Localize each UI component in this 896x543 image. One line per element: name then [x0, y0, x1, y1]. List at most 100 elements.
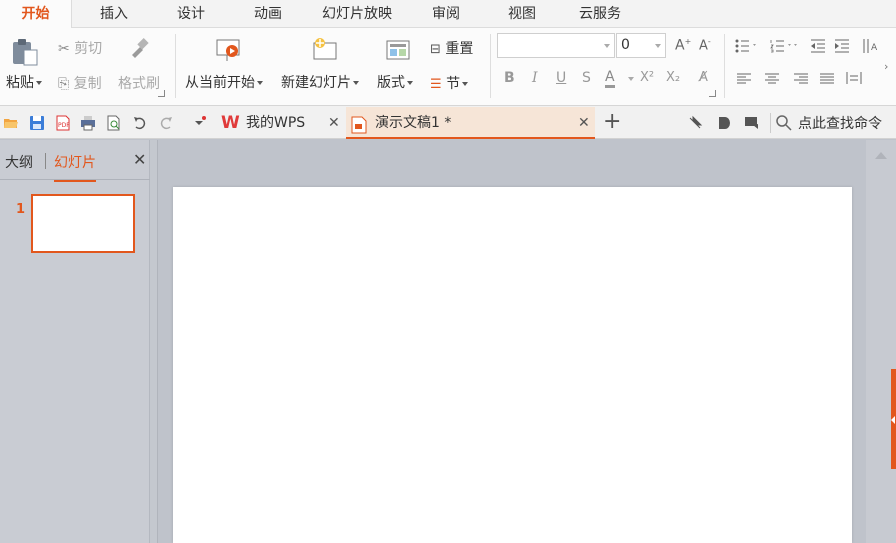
tab-animation[interactable]: 动画	[240, 0, 296, 28]
section-label: 节	[446, 76, 461, 92]
layout-label: 版式	[377, 75, 405, 91]
grow-font-icon[interactable]: A+	[675, 37, 691, 54]
svg-text:PDF: PDF	[58, 122, 70, 129]
print-icon[interactable]	[80, 115, 96, 131]
from-current-button[interactable]: 从当前开始	[185, 72, 263, 92]
font-color-dropdown-icon[interactable]	[628, 77, 634, 81]
text-direction-icon[interactable]: A	[862, 38, 880, 58]
new-slide-button[interactable]: 新建幻灯片	[281, 72, 359, 92]
section-dropdown-icon[interactable]	[462, 82, 469, 86]
align-center-icon[interactable]	[765, 73, 779, 89]
copy-label: 复制	[73, 76, 102, 92]
paste-dropdown-icon[interactable]	[36, 81, 42, 85]
font-color-button[interactable]: A	[605, 69, 615, 88]
reset-button[interactable]: ⊟ 重置	[430, 38, 473, 58]
section-icon: ☰	[430, 77, 442, 92]
underline-button[interactable]: U	[556, 70, 566, 86]
reset-label: 重置	[445, 41, 474, 57]
search-icon	[776, 115, 792, 135]
tabbar-separator	[770, 113, 771, 133]
decrease-indent-icon[interactable]	[810, 39, 826, 57]
slide-number: 1	[16, 202, 26, 217]
export-pdf-icon[interactable]: PDF	[55, 115, 71, 131]
close-tab-icon[interactable]: ✕	[578, 107, 590, 139]
slide-editor[interactable]	[173, 187, 852, 543]
cut-button[interactable]: ✂ 剪切	[58, 38, 102, 58]
paste-button[interactable]: 粘贴	[6, 72, 42, 92]
tab-slides[interactable]: 幻灯片	[54, 152, 96, 182]
subscript-button[interactable]: X₂	[666, 70, 680, 85]
tab-slideshow[interactable]: 幻灯片放映	[314, 0, 400, 28]
from-current-dropdown-icon[interactable]	[257, 81, 263, 85]
open-folder-icon[interactable]	[3, 115, 19, 131]
dialog-box-icon[interactable]	[744, 115, 760, 131]
new-slide-label: 新建幻灯片	[281, 75, 351, 91]
tab-insert[interactable]: 插入	[86, 0, 142, 28]
cut-label: 剪切	[74, 41, 103, 57]
copy-button[interactable]: ⎘ 复制	[58, 73, 102, 93]
bold-button[interactable]: B	[504, 70, 515, 86]
customize-toolbar-icon[interactable]	[192, 115, 208, 131]
paste-icon[interactable]	[10, 38, 40, 70]
justify-icon[interactable]	[820, 73, 834, 89]
vertical-scrollbar[interactable]	[866, 140, 896, 543]
close-tab-icon[interactable]: ✕	[328, 107, 340, 139]
copy-icon: ⎘	[58, 76, 70, 92]
distribute-icon[interactable]	[846, 71, 862, 89]
clipboard-dialog-launcher[interactable]	[158, 90, 165, 97]
format-painter-icon[interactable]	[128, 37, 150, 63]
strikethrough-button[interactable]: S	[582, 70, 591, 86]
pin-icon[interactable]	[687, 115, 703, 131]
increase-indent-icon[interactable]	[834, 39, 850, 57]
new-slide-icon[interactable]	[311, 37, 339, 67]
bullet-list-icon[interactable]	[735, 39, 759, 57]
tab-document[interactable]: 演示文稿1 * ✕	[346, 107, 595, 139]
tab-view[interactable]: 视图	[494, 0, 550, 28]
font-name-combobox[interactable]	[497, 33, 615, 58]
new-slide-dropdown-icon[interactable]	[353, 81, 359, 85]
layout-button[interactable]: 版式	[377, 72, 413, 92]
layout-dropdown-icon[interactable]	[407, 81, 413, 85]
clear-format-icon[interactable]: A̸	[699, 70, 708, 85]
font-name-dropdown-icon[interactable]	[604, 44, 610, 48]
tab-outline[interactable]: 大纲	[5, 152, 33, 172]
font-dialog-launcher[interactable]	[709, 90, 716, 97]
numbered-list-icon[interactable]	[770, 39, 800, 57]
layout-icon[interactable]	[385, 39, 411, 67]
slide-thumbnail[interactable]	[31, 194, 135, 253]
paste-label: 粘贴	[6, 75, 34, 91]
tab-design[interactable]: 设计	[163, 0, 219, 28]
scroll-up-icon[interactable]	[875, 152, 887, 159]
redo-icon[interactable]	[158, 115, 174, 131]
side-panel-toggle[interactable]	[891, 369, 896, 469]
tab-my-wps[interactable]: W 我的WPS ✕	[216, 107, 346, 139]
font-size-combobox[interactable]: 0	[616, 33, 666, 58]
search-command-label: 点此查找命令	[798, 116, 882, 132]
ribbon-separator	[490, 34, 491, 98]
italic-button[interactable]: I	[532, 70, 538, 86]
ribbon: 粘贴 ✂ 剪切 ⎘ 复制 格式刷 从当前开始 新建幻灯片 版式 ⊟ 重置 ☰ 节…	[0, 28, 896, 106]
panel-tabs: 大纲 幻灯片 ✕	[0, 140, 150, 182]
superscript-button[interactable]: X²	[640, 70, 654, 85]
ribbon-scroll-right-icon[interactable]: ›	[884, 60, 888, 73]
slideshow-play-icon[interactable]	[215, 37, 243, 67]
align-left-icon[interactable]	[737, 73, 751, 89]
close-panel-icon[interactable]: ✕	[133, 150, 146, 169]
print-preview-icon[interactable]	[106, 115, 122, 131]
align-right-icon[interactable]	[794, 73, 808, 89]
undo-icon[interactable]	[132, 115, 148, 131]
section-button[interactable]: ☰ 节	[430, 73, 469, 93]
tab-home[interactable]: 开始	[0, 0, 72, 28]
ribbon-separator	[175, 34, 176, 98]
save-icon[interactable]	[29, 115, 45, 131]
shrink-font-icon[interactable]: A-	[699, 37, 711, 53]
comment-icon[interactable]	[716, 115, 732, 131]
format-painter-button[interactable]: 格式刷	[118, 73, 160, 93]
document-tab-label: 演示文稿1 *	[375, 115, 452, 131]
font-size-dropdown-icon[interactable]	[655, 44, 661, 48]
new-tab-button[interactable]: +	[603, 109, 621, 135]
panel-splitter[interactable]	[150, 140, 158, 543]
ribbon-separator	[724, 34, 725, 98]
tab-review[interactable]: 审阅	[418, 0, 474, 28]
tab-cloud[interactable]: 云服务	[570, 0, 630, 28]
